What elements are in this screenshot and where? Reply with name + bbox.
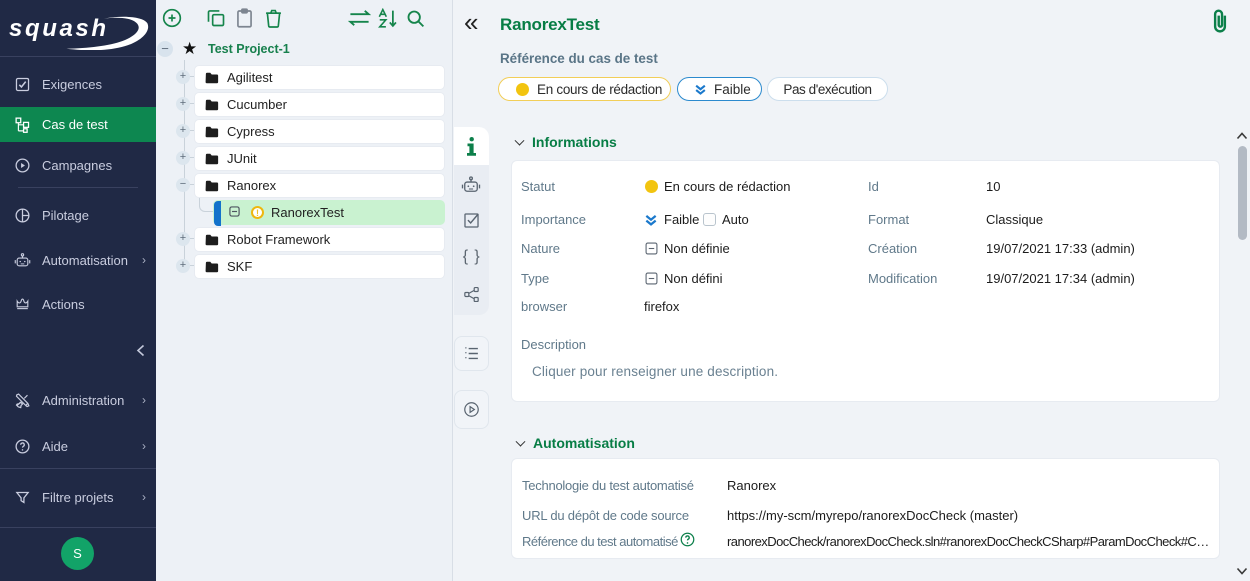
svg-text:squash: squash: [9, 15, 109, 42]
